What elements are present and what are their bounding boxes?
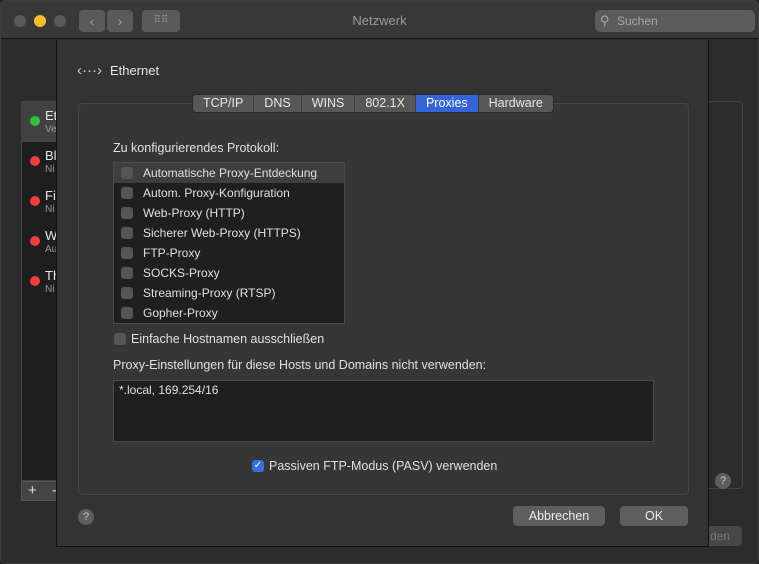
protocol-label: Web-Proxy (HTTP) — [143, 206, 245, 220]
protocol-label: SOCKS-Proxy — [143, 266, 220, 280]
checkbox-icon[interactable] — [121, 207, 133, 219]
protocol-label: Sicherer Web-Proxy (HTTPS) — [143, 226, 301, 240]
protocol-label: Zu konfigurierendes Protokoll: — [113, 141, 280, 155]
cancel-button[interactable]: Abbrechen — [513, 506, 605, 526]
service-header: ‹···› Ethernet — [77, 62, 159, 79]
sheet-help-button[interactable]: ? — [78, 509, 94, 525]
protocol-label: FTP-Proxy — [143, 246, 201, 260]
protocol-item[interactable]: Gopher-Proxy — [114, 303, 344, 323]
checkbox-icon[interactable] — [121, 307, 133, 319]
status-dot-icon — [30, 196, 40, 206]
service-item-status: Ni — [45, 164, 55, 175]
search-input[interactable]: ⚲ Suchen — [595, 10, 755, 32]
status-dot-icon — [30, 276, 40, 286]
protocol-label: Autom. Proxy-Konfiguration — [143, 186, 290, 200]
checkbox-icon — [114, 333, 126, 345]
service-item-name: Fi — [45, 188, 56, 203]
tab-bar: TCP/IP DNS WINS 802.1X Proxies Hardware — [192, 94, 554, 113]
protocol-list: Automatische Proxy-Entdeckung Autom. Prox… — [113, 162, 345, 324]
protocol-item[interactable]: Streaming-Proxy (RTSP) — [114, 283, 344, 303]
protocol-item[interactable]: Sicherer Web-Proxy (HTTPS) — [114, 223, 344, 243]
tab-proxies[interactable]: Proxies — [415, 95, 479, 112]
service-list-buttons: + - — [21, 481, 61, 501]
protocol-item[interactable]: FTP-Proxy — [114, 243, 344, 263]
pasv-checkbox[interactable]: ✓ Passiven FTP-Modus (PASV) verwenden — [252, 459, 497, 473]
checkmark-icon: ✓ — [252, 460, 264, 472]
bypass-label: Proxy-Einstellungen für diese Hosts und … — [113, 358, 487, 372]
ethernet-icon: ‹···› — [77, 62, 102, 79]
protocol-label: Gopher-Proxy — [143, 306, 218, 320]
protocol-item[interactable]: Automatische Proxy-Entdeckung — [114, 163, 344, 183]
checkbox-icon[interactable] — [121, 227, 133, 239]
search-icon: ⚲ — [600, 13, 610, 28]
protocol-item[interactable]: Autom. Proxy-Konfiguration — [114, 183, 344, 203]
network-window: ‹ › ⠿⠿ Netzwerk ⚲ Suchen Et Ve Bl Ni Fi Ni W Au T… — [0, 0, 759, 564]
bypass-hosts-input[interactable]: *.local, 169.254/16 — [113, 380, 654, 442]
checkbox-icon[interactable] — [121, 167, 133, 179]
tab-8021x[interactable]: 802.1X — [355, 95, 416, 112]
checkbox-icon[interactable] — [121, 287, 133, 299]
exclude-simple-hostnames-checkbox[interactable]: Einfache Hostnamen ausschließen — [114, 332, 324, 346]
protocol-label: Automatische Proxy-Entdeckung — [143, 166, 318, 180]
pasv-label: Passiven FTP-Modus (PASV) verwenden — [269, 459, 498, 473]
tab-wins[interactable]: WINS — [302, 95, 356, 112]
tab-hardware[interactable]: Hardware — [479, 95, 553, 112]
protocol-label: Streaming-Proxy (RTSP) — [143, 286, 276, 300]
tab-dns[interactable]: DNS — [254, 95, 302, 112]
status-dot-icon — [30, 116, 40, 126]
add-service-button[interactable]: + — [28, 482, 37, 500]
protocol-item[interactable]: SOCKS-Proxy — [114, 263, 344, 283]
search-placeholder: Suchen — [617, 14, 658, 28]
exclude-simple-label: Einfache Hostnamen ausschließen — [131, 332, 325, 346]
tab-tcpip[interactable]: TCP/IP — [193, 95, 255, 112]
service-item-status: Ni — [45, 204, 55, 215]
checkbox-icon[interactable] — [121, 247, 133, 259]
help-button[interactable]: ? — [715, 473, 731, 489]
protocol-item[interactable]: Web-Proxy (HTTP) — [114, 203, 344, 223]
service-name: Ethernet — [109, 63, 160, 78]
service-item-status: Ni — [45, 284, 55, 295]
service-item-status: Ve — [45, 124, 57, 135]
title-bar: ‹ › ⠿⠿ Netzwerk ⚲ Suchen — [1, 1, 758, 39]
status-dot-icon — [30, 156, 40, 166]
service-list: Et Ve Bl Ni Fi Ni W Au Th Ni — [21, 101, 62, 481]
service-item-name: Bl — [45, 148, 57, 163]
checkbox-icon[interactable] — [121, 187, 133, 199]
checkbox-icon[interactable] — [121, 267, 133, 279]
proxy-sheet: ‹···› Ethernet TCP/IP DNS WINS 802.1X Proxie… — [56, 40, 709, 547]
status-dot-icon — [30, 236, 40, 246]
ok-button[interactable]: OK — [620, 506, 688, 526]
